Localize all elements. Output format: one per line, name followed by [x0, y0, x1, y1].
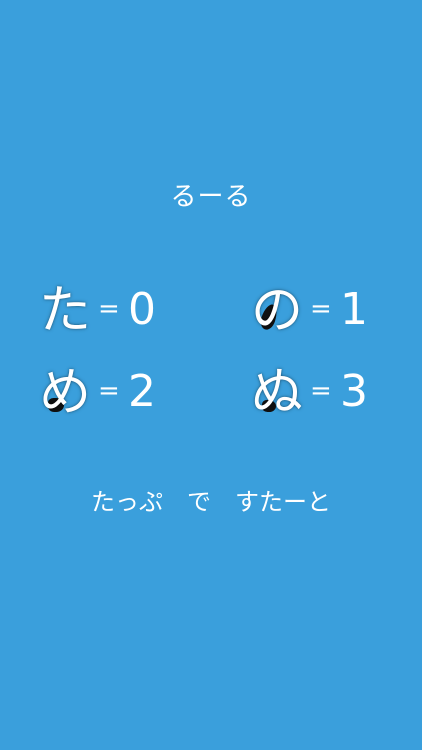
rule-value: 2 — [128, 366, 156, 417]
tap-to-start-button[interactable]: たっぷ で すたーと — [0, 482, 422, 517]
game-screen[interactable]: るーる た = 0 の = 1 め = 2 ぬ = 3 たっぷ で すたーと — [0, 0, 422, 750]
rule-me: め = 2 — [36, 362, 176, 422]
rule-no: の = 1 — [248, 280, 388, 340]
rule-value: 1 — [340, 284, 368, 335]
equals-sign: = — [310, 294, 332, 324]
glyph-me: め — [38, 363, 91, 423]
rule-value: 3 — [340, 366, 368, 417]
rule-nu: ぬ = 3 — [248, 362, 388, 422]
equals-sign: = — [98, 294, 120, 324]
equals-sign: = — [310, 376, 332, 406]
equals-sign: = — [98, 376, 120, 406]
glyph-no: の — [250, 281, 303, 341]
glyph-nu: ぬ — [250, 363, 303, 423]
glyph-ta: た — [38, 281, 91, 341]
rule-ta: た = 0 — [36, 280, 176, 340]
rules-title: るーる — [170, 182, 252, 212]
rule-value: 0 — [128, 284, 156, 335]
